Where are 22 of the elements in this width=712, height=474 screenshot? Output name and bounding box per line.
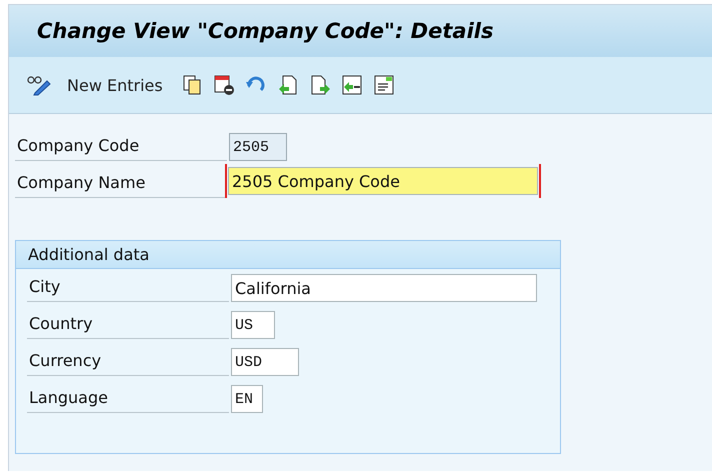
delete-row-icon[interactable] [212, 74, 235, 96]
field-label: City [27, 277, 229, 302]
field-label: Language [27, 388, 229, 413]
input-field[interactable]: EN [231, 385, 263, 413]
field-label: Currency [27, 351, 229, 376]
field-label: Company Name [15, 173, 227, 198]
previous-page-icon[interactable] [276, 74, 299, 96]
next-page-icon[interactable] [308, 74, 331, 96]
field-label: Company Code [15, 136, 227, 161]
glasses-pencil-icon[interactable] [25, 74, 53, 96]
input-field[interactable]: US [231, 311, 275, 339]
window-title: Change View "Company Code": Details [37, 19, 494, 43]
input-field[interactable]: California [231, 274, 537, 302]
input-field[interactable]: 2505 Company Code [228, 167, 538, 195]
copy-icon[interactable] [180, 74, 203, 96]
document-lines-icon[interactable] [372, 74, 395, 96]
input-field[interactable]: USD [231, 348, 299, 376]
field-label: Country [27, 314, 229, 339]
group-title: Additional data [16, 241, 560, 269]
transport-icon[interactable] [340, 74, 363, 96]
input-field[interactable]: 2505 [229, 133, 287, 161]
new-entries-button[interactable]: New Entries [63, 74, 167, 96]
